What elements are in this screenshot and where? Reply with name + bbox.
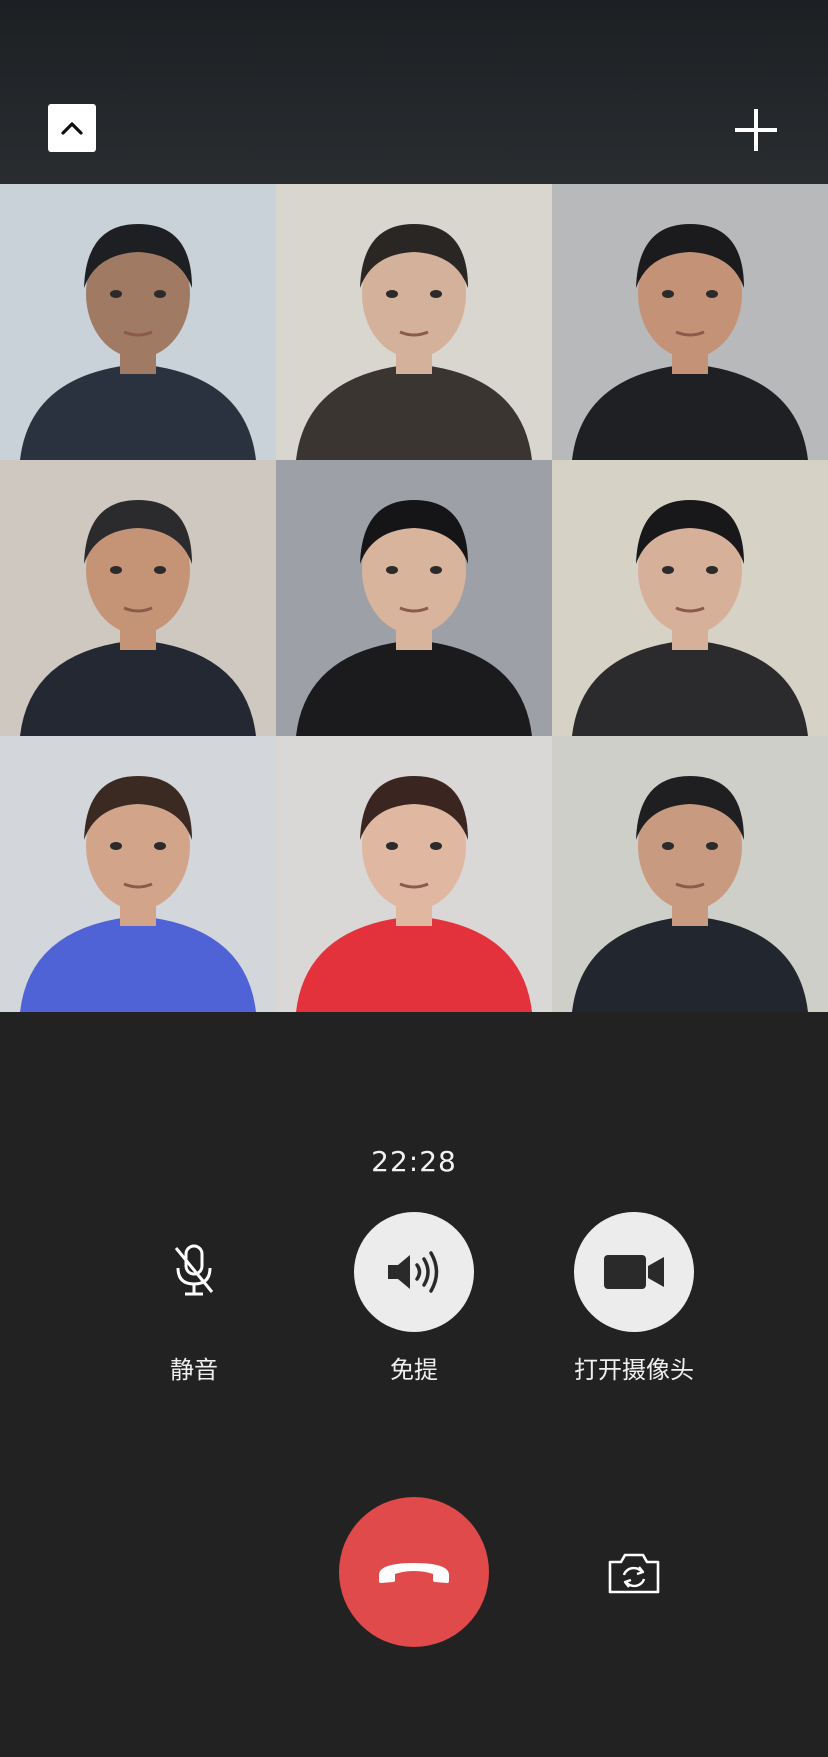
participant-video-tile[interactable] bbox=[552, 736, 828, 1012]
participant-video-tile[interactable] bbox=[276, 184, 552, 460]
participant-eye bbox=[430, 290, 442, 298]
participant-video bbox=[276, 460, 552, 736]
participant-eye bbox=[662, 290, 674, 298]
participant-video-tile[interactable] bbox=[0, 184, 276, 460]
microphone-off-icon bbox=[174, 1244, 214, 1296]
participant-video bbox=[276, 184, 552, 460]
participant-video-tile[interactable] bbox=[552, 460, 828, 736]
participant-eye bbox=[110, 290, 122, 298]
top-bar bbox=[0, 0, 828, 184]
speaker-button[interactable]: 免提 bbox=[344, 1212, 484, 1385]
participant-video bbox=[552, 736, 828, 1012]
participant-eye bbox=[386, 842, 398, 850]
participant-eye bbox=[154, 566, 166, 574]
participant-eye bbox=[386, 290, 398, 298]
participant-video-tile[interactable] bbox=[552, 184, 828, 460]
participant-eye bbox=[110, 842, 122, 850]
mute-button-circle[interactable] bbox=[134, 1212, 254, 1332]
participant-eye bbox=[110, 566, 122, 574]
call-duration: 22:28 bbox=[371, 1145, 457, 1178]
participant-video bbox=[552, 184, 828, 460]
participant-video bbox=[0, 460, 276, 736]
add-participant-button[interactable] bbox=[730, 104, 782, 156]
participant-video-tile[interactable] bbox=[276, 736, 552, 1012]
participant-eye bbox=[662, 566, 674, 574]
participant-video bbox=[276, 736, 552, 1012]
plus-icon bbox=[735, 109, 777, 151]
video-camera-icon bbox=[604, 1255, 664, 1289]
phone-hangup-icon bbox=[379, 1563, 449, 1583]
participant-video-tile[interactable] bbox=[0, 736, 276, 1012]
participant-eye bbox=[154, 842, 166, 850]
participant-eye bbox=[386, 566, 398, 574]
minimize-button[interactable] bbox=[48, 104, 96, 152]
participant-video-tile[interactable] bbox=[0, 460, 276, 736]
participant-video bbox=[0, 184, 276, 460]
camera-flip-icon bbox=[608, 1553, 660, 1594]
speaker-label: 免提 bbox=[390, 1356, 438, 1384]
speaker-icon bbox=[388, 1251, 439, 1293]
participant-eye bbox=[154, 290, 166, 298]
hangup-button[interactable] bbox=[339, 1497, 489, 1647]
mute-label: 静音 bbox=[170, 1356, 218, 1384]
participant-eye bbox=[430, 566, 442, 574]
participant-eye bbox=[706, 842, 718, 850]
participant-eye bbox=[662, 842, 674, 850]
participant-video-tile[interactable] bbox=[276, 460, 552, 736]
camera-button[interactable]: 打开摄像头 bbox=[564, 1212, 704, 1385]
camera-button-circle[interactable] bbox=[574, 1212, 694, 1332]
participant-eye bbox=[706, 290, 718, 298]
chevron-up-icon bbox=[61, 122, 83, 135]
switch-camera-button[interactable] bbox=[604, 1545, 664, 1601]
camera-label: 打开摄像头 bbox=[574, 1356, 694, 1384]
speaker-button-circle[interactable] bbox=[354, 1212, 474, 1332]
participant-video bbox=[0, 736, 276, 1012]
participant-eye bbox=[430, 842, 442, 850]
participant-eye bbox=[706, 566, 718, 574]
participant-video bbox=[552, 460, 828, 736]
mute-button[interactable]: 静音 bbox=[124, 1212, 264, 1385]
video-grid bbox=[0, 184, 828, 1012]
